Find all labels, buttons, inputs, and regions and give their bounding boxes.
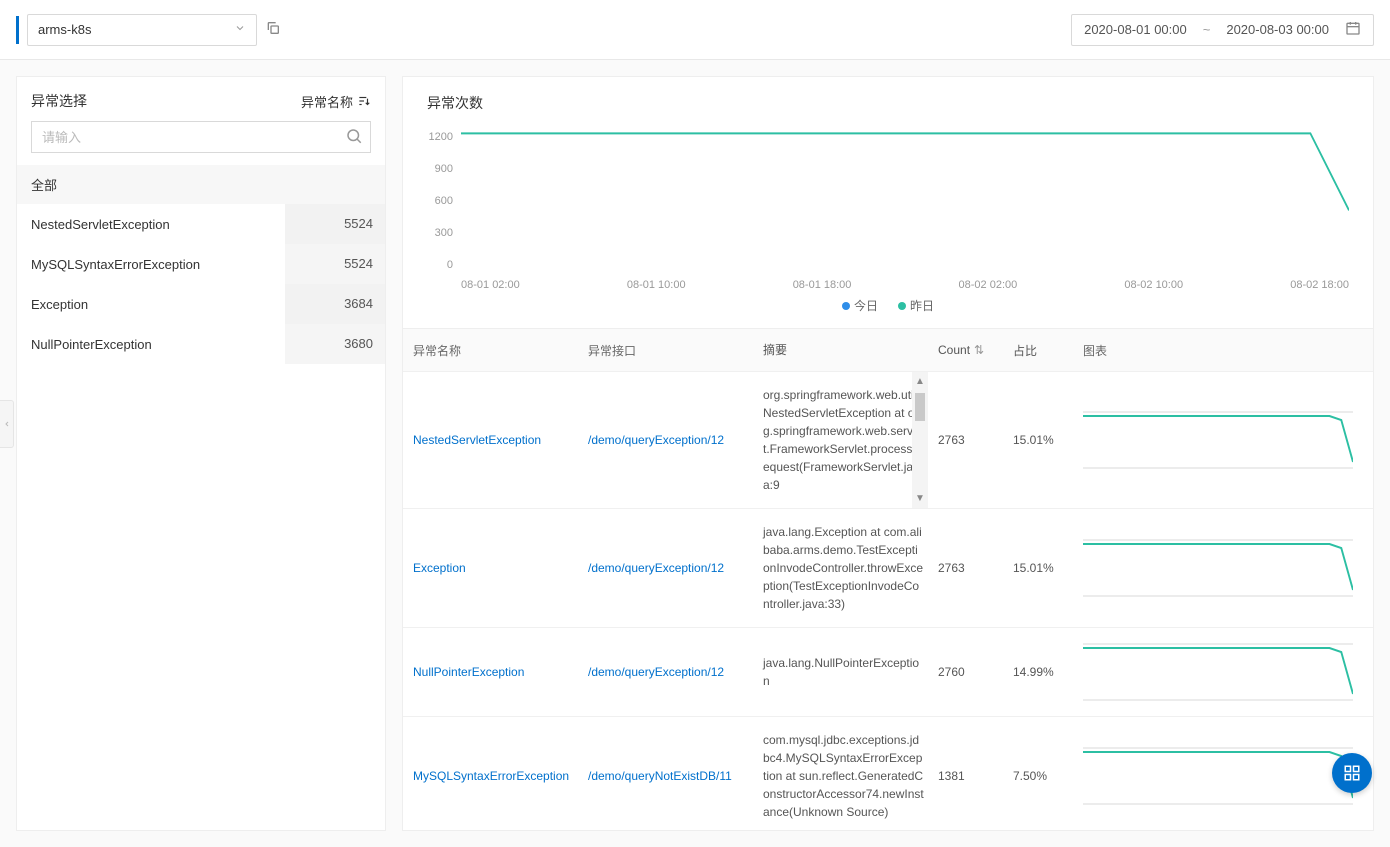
row-pct: 7.50% [1003, 717, 1073, 831]
exception-count: 3680 [285, 324, 385, 364]
exception-count: 5524 [285, 204, 385, 244]
row-summary: com.mysql.jdbc.exceptions.jdbc4.MySQLSyn… [753, 717, 928, 831]
legend-dot-blue [842, 302, 850, 310]
th-summary[interactable]: 摘要 [753, 329, 928, 371]
main-panel: 异常次数 12009006003000 08-01 02:0008-01 10:… [402, 76, 1374, 831]
calendar-icon [1345, 20, 1361, 39]
copy-icon[interactable] [265, 20, 281, 39]
row-count: 2760 [928, 628, 1003, 716]
row-pct: 15.01% [1003, 372, 1073, 508]
sidebar-item[interactable]: Exception3684 [17, 284, 385, 324]
chart-area: 异常次数 12009006003000 08-01 02:0008-01 10:… [403, 77, 1373, 328]
exception-name: Exception [31, 297, 285, 312]
row-api-link[interactable]: /demo/queryException/12 [588, 433, 724, 447]
exception-name: NestedServletException [31, 217, 285, 232]
topbar: arms-k8s 2020-08-01 00:00 ~ 2020-08-03 0… [0, 0, 1390, 60]
legend-today: 今日 [842, 297, 878, 314]
summary-scrollbar[interactable]: ▲▼ [912, 372, 928, 508]
row-sparkline [1073, 509, 1373, 627]
legend-yesterday: 昨日 [898, 297, 934, 314]
collapse-tab[interactable] [0, 400, 14, 448]
row-summary: java.lang.Exception at com.alibaba.arms.… [753, 509, 928, 627]
exception-sidebar: 异常选择 异常名称 全部 NestedServletException5524M… [16, 76, 386, 831]
chevron-down-icon [234, 22, 246, 37]
row-api-link[interactable]: /demo/queryException/12 [588, 561, 724, 575]
row-count: 2763 [928, 509, 1003, 627]
row-exception-link[interactable]: NullPointerException [413, 665, 524, 679]
row-pct: 14.99% [1003, 628, 1073, 716]
sidebar-item[interactable]: NullPointerException3680 [17, 324, 385, 364]
row-sparkline [1073, 372, 1373, 508]
row-summary: java.lang.NullPointerException [753, 628, 928, 716]
fab-dashboard[interactable] [1332, 753, 1372, 793]
exception-count: 3684 [285, 284, 385, 324]
app-name: arms-k8s [38, 22, 91, 37]
row-summary: org.springframework.web.util.NestedServl… [753, 372, 928, 508]
sort-icon [357, 94, 371, 108]
search-input[interactable] [31, 121, 371, 153]
chart-title: 异常次数 [427, 93, 1349, 113]
exception-count: 5524 [285, 244, 385, 284]
search-icon[interactable] [345, 127, 363, 148]
th-count[interactable]: Count⇅ [928, 329, 1003, 371]
sidebar-header: 异常选择 异常名称 [17, 77, 385, 121]
filter-all[interactable]: 全部 [17, 165, 385, 204]
content: 异常选择 异常名称 全部 NestedServletException5524M… [0, 60, 1390, 847]
row-api-link[interactable]: /demo/queryNotExistDB/11 [588, 769, 732, 783]
row-sparkline [1073, 717, 1373, 831]
chart-plotbox [461, 131, 1349, 271]
th-chart[interactable]: 图表 [1073, 329, 1373, 371]
sidebar-title: 异常选择 [31, 91, 87, 111]
th-name[interactable]: 异常名称 [403, 329, 578, 371]
th-api[interactable]: 异常接口 [578, 329, 753, 371]
sidebar-search [17, 121, 385, 165]
row-exception-link[interactable]: Exception [413, 561, 466, 575]
app-selector[interactable]: arms-k8s [27, 14, 257, 46]
exception-table: 异常名称 异常接口 摘要 Count⇅ 占比 图表 NestedServletE… [403, 328, 1373, 831]
table-header: 异常名称 异常接口 摘要 Count⇅ 占比 图表 [403, 329, 1373, 372]
row-count: 1381 [928, 717, 1003, 831]
topbar-left: arms-k8s [16, 14, 281, 46]
th-pct[interactable]: 占比 [1003, 329, 1073, 371]
date-from: 2020-08-01 00:00 [1084, 22, 1187, 37]
table-body: NestedServletException/demo/queryExcepti… [403, 372, 1373, 831]
table-row: NestedServletException/demo/queryExcepti… [403, 372, 1373, 509]
table-row: NullPointerException/demo/queryException… [403, 628, 1373, 717]
exception-list: NestedServletException5524MySQLSyntaxErr… [17, 204, 385, 364]
exception-name: MySQLSyntaxErrorException [31, 257, 285, 272]
row-pct: 15.01% [1003, 509, 1073, 627]
sidebar-sort[interactable]: 异常名称 [301, 92, 371, 111]
date-range-picker[interactable]: 2020-08-01 00:00 ~ 2020-08-03 00:00 [1071, 14, 1374, 46]
chart-plot: 12009006003000 08-01 02:0008-01 10:0008-… [427, 131, 1349, 291]
date-separator: ~ [1203, 22, 1211, 37]
row-sparkline [1073, 628, 1373, 716]
row-exception-link[interactable]: NestedServletException [413, 433, 541, 447]
sidebar-item[interactable]: NestedServletException5524 [17, 204, 385, 244]
scroll-up-icon[interactable]: ▲ [915, 372, 925, 391]
row-exception-link[interactable]: MySQLSyntaxErrorException [413, 769, 569, 783]
chart-svg [461, 131, 1349, 271]
accent-bar [16, 16, 19, 44]
sort-label: 异常名称 [301, 92, 353, 111]
scroll-down-icon[interactable]: ▼ [915, 489, 925, 508]
chart-legend: 今日 昨日 [427, 291, 1349, 324]
table-row: Exception/demo/queryException/12 java.lan… [403, 509, 1373, 628]
table-row: MySQLSyntaxErrorException/demo/queryNotE… [403, 717, 1373, 831]
chart-x-labels: 08-01 02:0008-01 10:0008-01 18:0008-02 0… [461, 279, 1349, 291]
exception-name: NullPointerException [31, 337, 285, 352]
chart-y-labels: 12009006003000 [419, 131, 453, 271]
sidebar-item[interactable]: MySQLSyntaxErrorException5524 [17, 244, 385, 284]
sort-desc-icon: ⇅ [974, 343, 984, 357]
row-count: 2763 [928, 372, 1003, 508]
row-api-link[interactable]: /demo/queryException/12 [588, 665, 724, 679]
date-to: 2020-08-03 00:00 [1226, 22, 1329, 37]
legend-dot-teal [898, 302, 906, 310]
